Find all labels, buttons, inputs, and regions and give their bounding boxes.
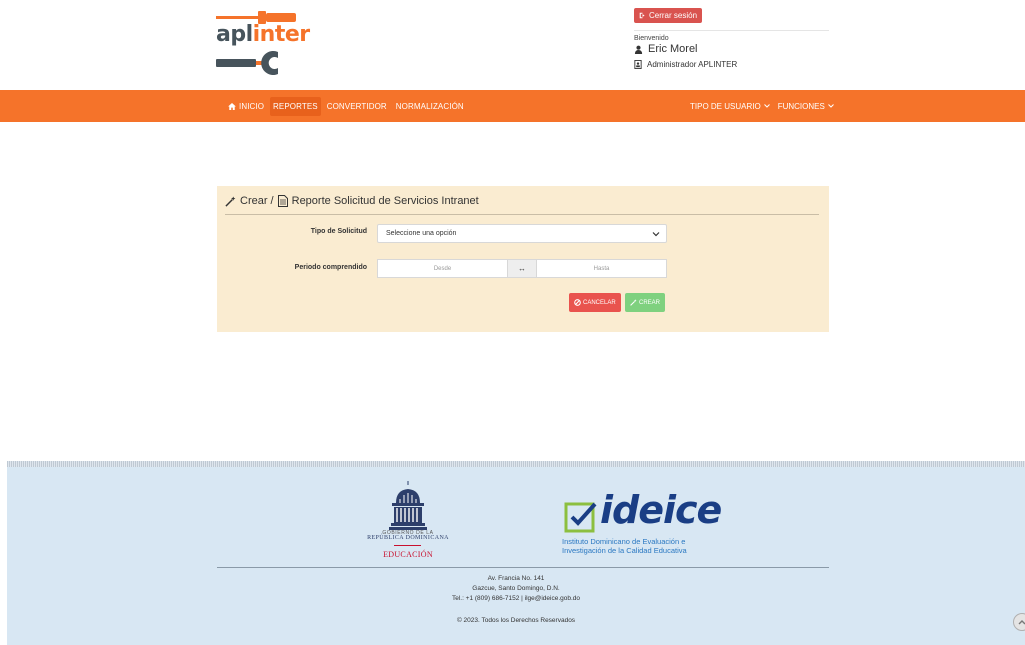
ban-icon — [574, 299, 581, 306]
date-range-separator: ↔ — [508, 259, 536, 278]
chevron-down-icon — [652, 232, 660, 237]
tipo-solicitud-label: Tipo de Solicitud — [310, 228, 367, 235]
home-icon — [228, 102, 236, 110]
report-form-panel: Crear / Reporte Solicitud de Servicios I… — [217, 186, 829, 332]
copyright: © 2023. Todos los Derechos Reservados — [456, 617, 576, 624]
chevron-down-icon — [827, 104, 834, 108]
nav-left: INICIO REPORTES CONVERTIDOR NORMALIZACIÓ… — [225, 90, 470, 122]
create-button[interactable]: CREAR — [625, 293, 666, 312]
user-name-row: Eric Morel — [634, 43, 829, 55]
user-role: Administrador APLINTER — [647, 60, 738, 69]
logout-button[interactable]: Cerrar sesión — [634, 8, 703, 23]
cancel-button[interactable]: CANCELAR — [569, 293, 621, 312]
footer-border — [7, 461, 1025, 467]
panel-title: Crear / Reporte Solicitud de Servicios I… — [225, 195, 479, 207]
government-building-logo-icon — [389, 481, 427, 530]
magic-wand-icon — [225, 195, 236, 207]
nav-item-normalizacion[interactable]: NORMALIZACIÓN — [393, 97, 467, 116]
nav-item-inicio[interactable]: INICIO — [225, 97, 267, 116]
file-text-icon — [277, 195, 288, 207]
periodo-label: Periodo comprendido — [294, 264, 367, 271]
ideice-checkbox-logo-icon — [564, 502, 597, 533]
user-panel: Cerrar sesión Bienvenido Eric Morel Admi… — [634, 6, 829, 69]
user-role-row: Administrador APLINTER — [634, 60, 829, 69]
breadcrumb-crear[interactable]: Crear / — [240, 195, 274, 207]
gov-line2: REPÚBLICA DOMINICANA — [367, 535, 449, 541]
gov-line3: EDUCACIÓN — [383, 550, 433, 559]
sign-out-icon — [639, 12, 645, 19]
id-badge-icon — [634, 60, 642, 69]
footer: GOBIERNO DE LA REPÚBLICA DOMINICANA EDUC… — [7, 461, 1025, 645]
hasta-input[interactable]: Hasta — [536, 259, 667, 278]
address-line: Gazcue, Santo Domingo, D.N. — [472, 585, 560, 592]
address-block: Av. Francia No. 141 Gazcue, Santo Doming… — [7, 574, 1025, 604]
divider — [225, 214, 819, 215]
brand-name[interactable]: aplinter — [216, 22, 310, 47]
ideice-logo-text: ideice — [600, 488, 722, 532]
tipo-solicitud-select[interactable]: Seleccione una opción — [377, 224, 667, 243]
user-icon — [634, 45, 643, 54]
nav-item-reportes[interactable]: REPORTES — [270, 96, 321, 116]
panel-heading: Reporte Solicitud de Servicios Intranet — [291, 195, 479, 207]
nav-dropdown-funciones[interactable]: FUNCIONES — [778, 102, 834, 111]
nav-right: TIPO DE USUARIO FUNCIONES — [690, 90, 842, 122]
main-navbar: INICIO REPORTES CONVERTIDOR NORMALIZACIÓ… — [0, 90, 1025, 122]
ideice-subtitle: Instituto Dominicano de Evaluación e Inv… — [562, 537, 687, 555]
divider — [394, 545, 421, 546]
chevron-up-icon — [1018, 620, 1025, 625]
desde-input[interactable]: Desde — [377, 259, 508, 278]
date-range: Desde ↔ Hasta — [377, 259, 667, 278]
address-line: Av. Francia No. 141 — [487, 575, 545, 582]
chevron-down-icon — [763, 104, 770, 108]
user-name: Eric Morel — [648, 43, 698, 55]
divider — [217, 567, 829, 568]
nav-item-convertidor[interactable]: CONVERTIDOR — [324, 97, 390, 116]
welcome-text: Bienvenido — [634, 35, 669, 42]
nav-dropdown-tipo-usuario[interactable]: TIPO DE USUARIO — [690, 102, 770, 111]
contact-line[interactable]: Tel.: +1 (809) 686-7152 | ilge@ideice.go… — [7, 594, 1025, 604]
divider — [634, 30, 829, 31]
magic-wand-icon — [630, 299, 637, 306]
scroll-to-top-button[interactable] — [1013, 613, 1025, 631]
header: aplinter Cerrar sesión Bienvenido Eric M… — [0, 0, 1025, 90]
